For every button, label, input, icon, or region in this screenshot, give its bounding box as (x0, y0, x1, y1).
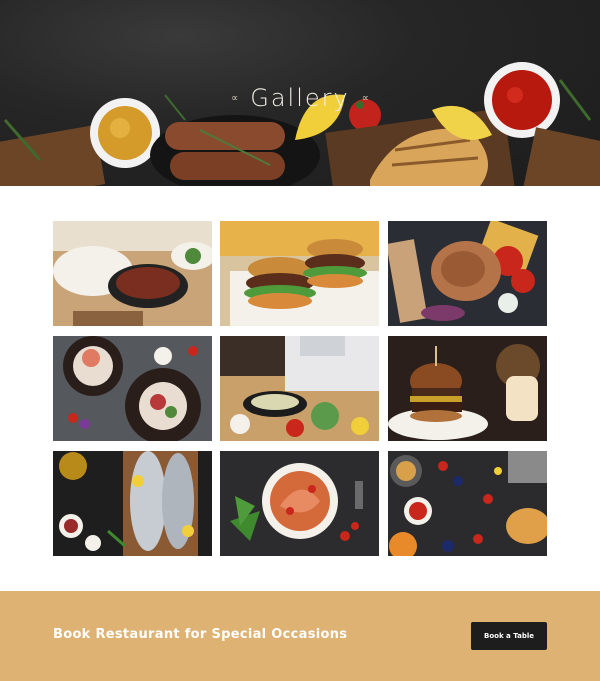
food-photo-icon (220, 221, 379, 326)
food-photo-icon (388, 221, 547, 326)
gallery-item-1[interactable] (53, 221, 212, 326)
gallery-item-3[interactable] (388, 221, 547, 326)
gallery-item-5[interactable] (220, 336, 379, 441)
gallery-item-6[interactable] (388, 336, 547, 441)
food-photo-icon (220, 336, 379, 441)
ornament-right-icon: ∝ (361, 92, 369, 104)
gallery-item-9[interactable] (388, 451, 547, 556)
gallery-item-2[interactable] (220, 221, 379, 326)
food-photo-icon (388, 336, 547, 441)
food-photo-icon (53, 221, 212, 326)
book-a-table-button[interactable]: Book a Table (471, 622, 547, 650)
gallery-item-7[interactable] (53, 451, 212, 556)
food-photo-icon (388, 451, 547, 556)
hero-banner: ∝ Gallery ∝ (0, 0, 600, 186)
gallery-grid (53, 221, 547, 556)
gallery-item-4[interactable] (53, 336, 212, 441)
hero-title-wrap: ∝ Gallery ∝ (0, 80, 600, 116)
ornament-left-icon: ∝ (231, 92, 239, 104)
food-photo-icon (53, 451, 212, 556)
gallery-item-8[interactable] (220, 451, 379, 556)
cta-heading: Book Restaurant for Special Occasions (53, 627, 348, 642)
food-photo-icon (53, 336, 212, 441)
page-title: Gallery (250, 84, 350, 112)
food-photo-icon (220, 451, 379, 556)
